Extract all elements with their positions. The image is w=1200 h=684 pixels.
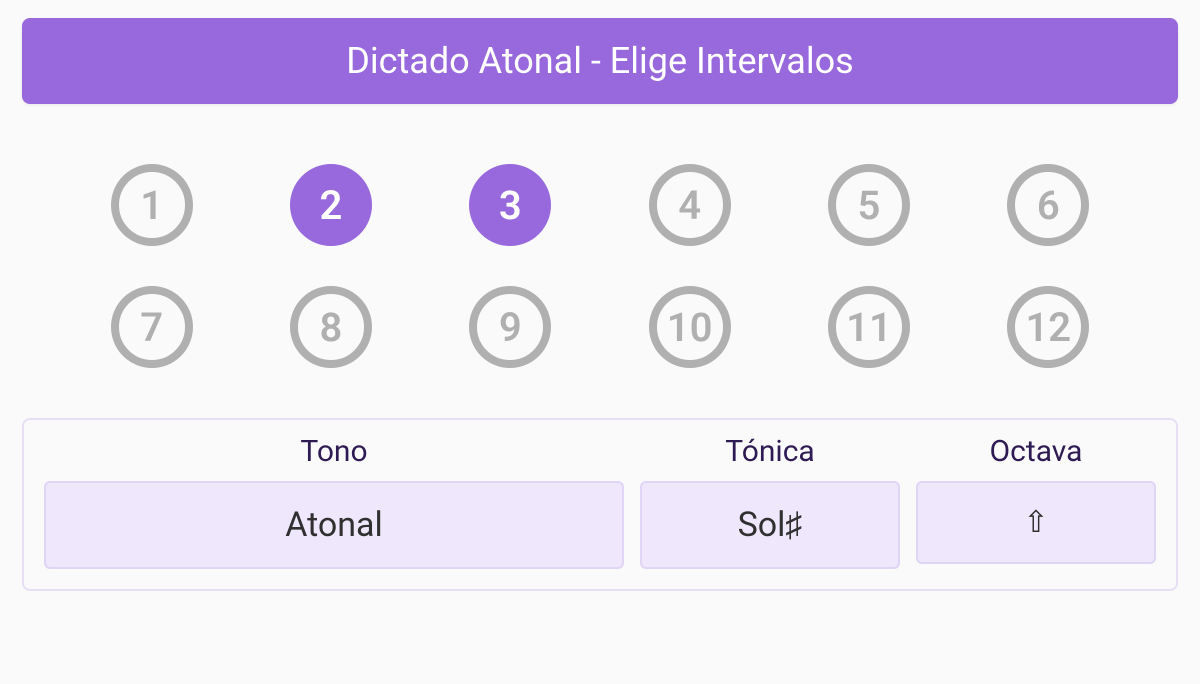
- setting-tono-label: Tono: [300, 434, 367, 469]
- setting-tono-value[interactable]: Atonal: [44, 481, 624, 569]
- settings-panel: Tono Atonal Tónica Sol♯ Octava ⇧: [22, 418, 1178, 591]
- interval-1[interactable]: 1: [111, 164, 193, 246]
- interval-10[interactable]: 10: [649, 286, 731, 368]
- setting-octava-label: Octava: [990, 434, 1083, 469]
- interval-9[interactable]: 9: [469, 286, 551, 368]
- interval-7[interactable]: 7: [111, 286, 193, 368]
- interval-8[interactable]: 8: [290, 286, 372, 368]
- interval-2[interactable]: 2: [290, 164, 372, 246]
- interval-grid: 1 2 3 4 5 6 7 8 9 10 11 12: [22, 104, 1178, 418]
- interval-4[interactable]: 4: [649, 164, 731, 246]
- interval-3[interactable]: 3: [469, 164, 551, 246]
- setting-tonica: Tónica Sol♯: [640, 434, 900, 569]
- interval-11[interactable]: 11: [828, 286, 910, 368]
- interval-12[interactable]: 12: [1007, 286, 1089, 368]
- interval-5[interactable]: 5: [828, 164, 910, 246]
- interval-6[interactable]: 6: [1007, 164, 1089, 246]
- setting-octava: Octava ⇧: [916, 434, 1156, 569]
- setting-tonica-value[interactable]: Sol♯: [640, 481, 900, 569]
- page-title: Dictado Atonal - Elige Intervalos: [22, 18, 1178, 104]
- setting-tonica-label: Tónica: [725, 434, 814, 469]
- setting-octava-value[interactable]: ⇧: [916, 481, 1156, 564]
- setting-tono: Tono Atonal: [44, 434, 624, 569]
